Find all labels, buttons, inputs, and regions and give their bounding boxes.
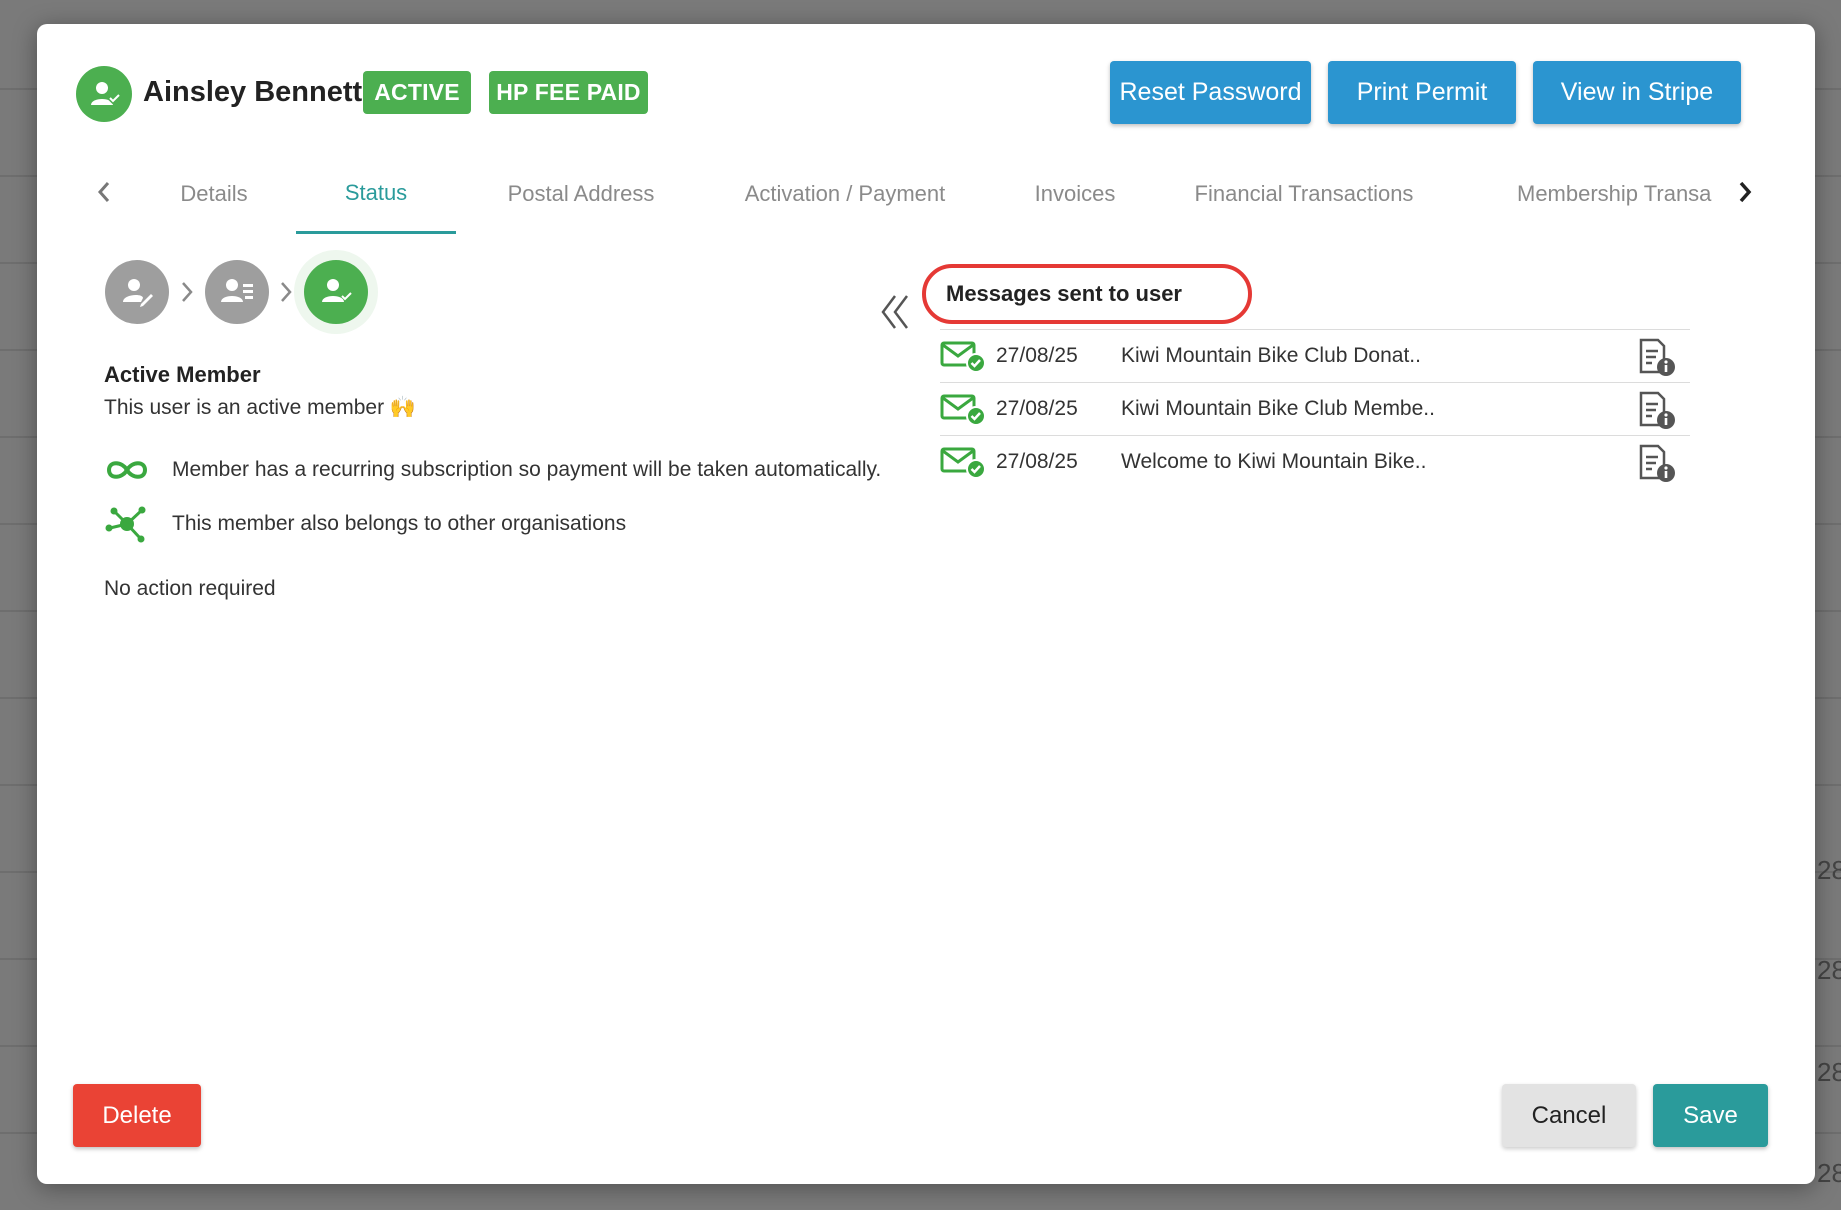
chevron-left-icon <box>97 182 110 202</box>
message-subject: Kiwi Mountain Bike Club Donat.. <box>1121 344 1421 367</box>
chevron-right-icon <box>182 282 193 302</box>
user-check-icon <box>76 66 132 122</box>
user-check-icon <box>304 260 368 324</box>
reset-password-button[interactable]: Reset Password <box>1110 61 1311 124</box>
user-edit-icon <box>105 260 169 324</box>
message-subject: Kiwi Mountain Bike Club Membe.. <box>1121 397 1435 420</box>
other-organisations-text: This member also belongs to other organi… <box>172 512 627 535</box>
network-icon <box>104 504 150 544</box>
other-organisations-note: This member also belongs to other organi… <box>104 504 626 544</box>
document-info-icon[interactable] <box>1636 444 1680 484</box>
message-row: 27/08/25 Welcome to Kiwi Mountain Bike.. <box>940 435 1690 488</box>
tab-postal-address[interactable]: Postal Address <box>481 154 681 234</box>
infinity-icon <box>104 450 150 490</box>
document-info-icon[interactable] <box>1636 338 1680 378</box>
message-subject: Welcome to Kiwi Mountain Bike.. <box>1121 450 1427 473</box>
document-info-icon[interactable] <box>1636 391 1680 431</box>
mail-check-icon <box>940 447 986 479</box>
message-date: 27/08/25 <box>996 344 1078 367</box>
print-permit-button[interactable]: Print Permit <box>1328 61 1516 124</box>
recurring-subscription-note: Member has a recurring subscription so p… <box>104 450 881 490</box>
user-name: Ainsley Bennett <box>143 76 363 108</box>
chevron-right-icon <box>1739 181 1752 203</box>
status-badge-active: ACTIVE <box>363 71 471 114</box>
messages-table: 27/08/25 Kiwi Mountain Bike Club Donat..… <box>940 329 1690 488</box>
mail-check-icon <box>940 341 986 373</box>
bg-cell-value: 28, <box>1817 855 1841 885</box>
tab-financial-transactions[interactable]: Financial Transactions <box>1179 154 1429 234</box>
view-in-stripe-button[interactable]: View in Stripe <box>1533 61 1741 124</box>
delete-button[interactable]: Delete <box>73 1084 201 1147</box>
status-badge-hp-fee-paid: HP FEE PAID <box>489 71 648 114</box>
tab-invoices[interactable]: Invoices <box>1015 154 1135 234</box>
tabs-scroll-right[interactable] <box>1730 174 1760 210</box>
cancel-button[interactable]: Cancel <box>1502 1084 1636 1147</box>
tab-membership-transactions[interactable]: Membership Transa <box>1517 154 1721 234</box>
tab-status[interactable]: Status <box>296 154 456 234</box>
save-button[interactable]: Save <box>1653 1084 1768 1147</box>
collapse-messages-button[interactable] <box>877 292 917 332</box>
messages-header-highlight: Messages sent to user <box>922 264 1252 324</box>
message-row: 27/08/25 Kiwi Mountain Bike Club Donat.. <box>940 329 1690 382</box>
user-card-icon <box>205 260 269 324</box>
message-date: 27/08/25 <box>996 397 1078 420</box>
message-date: 27/08/25 <box>996 450 1078 473</box>
tabs-scroll-left[interactable] <box>89 174 119 210</box>
tab-details[interactable]: Details <box>155 154 273 234</box>
bg-cell-value: 28, <box>1817 1158 1841 1188</box>
member-dialog: Ainsley Bennett ACTIVE HP FEE PAID Reset… <box>37 24 1815 1184</box>
double-chevron-left-icon <box>881 295 908 329</box>
tab-activation-payment[interactable]: Activation / Payment <box>717 154 973 234</box>
messages-header: Messages sent to user <box>946 281 1182 306</box>
status-description: This user is an active member 🙌 <box>104 396 417 419</box>
chevron-right-icon <box>281 282 292 302</box>
bg-cell-value: 28, <box>1817 955 1841 985</box>
bg-cell-value: 28, <box>1817 1057 1841 1087</box>
message-row: 27/08/25 Kiwi Mountain Bike Club Membe.. <box>940 382 1690 435</box>
mail-check-icon <box>940 394 986 426</box>
action-required-text: No action required <box>104 577 276 600</box>
recurring-subscription-text: Member has a recurring subscription so p… <box>172 458 882 481</box>
status-title: Active Member <box>104 362 261 387</box>
